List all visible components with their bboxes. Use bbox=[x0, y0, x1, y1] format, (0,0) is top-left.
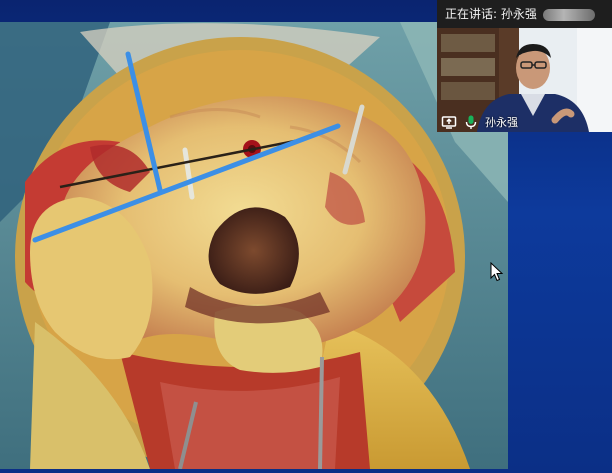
mouse-cursor-icon bbox=[490, 262, 504, 282]
speaking-indicator-bar: 正在讲话: 孙永强 bbox=[437, 0, 612, 28]
screen-share-icon[interactable] bbox=[441, 114, 457, 130]
microphone-icon[interactable] bbox=[463, 114, 479, 130]
blurred-region bbox=[542, 8, 595, 21]
speaking-label: 正在讲话: 孙永强 bbox=[445, 7, 537, 21]
participant-name-bar: 孙永强 bbox=[437, 112, 612, 132]
surgical-photo bbox=[0, 22, 508, 469]
participant-video-tile[interactable]: 孙永强 bbox=[437, 28, 612, 132]
participant-name: 孙永强 bbox=[485, 116, 518, 129]
